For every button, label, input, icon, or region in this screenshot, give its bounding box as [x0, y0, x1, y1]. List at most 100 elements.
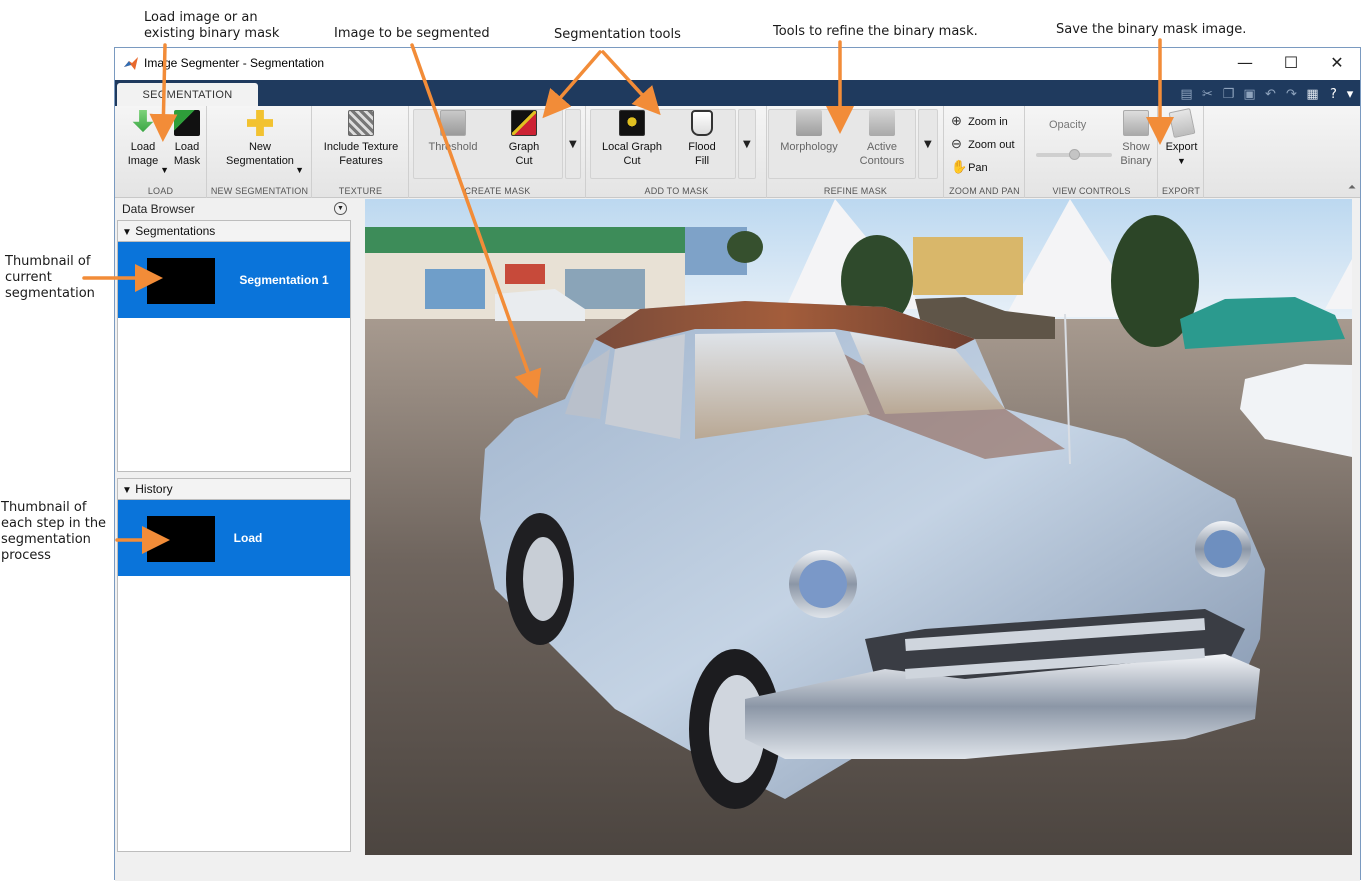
annotation-segmentation-tools: Segmentation tools — [554, 27, 681, 42]
opacity-slider[interactable] — [1036, 149, 1112, 160]
annotation-save: Save the binary mask image. — [1056, 22, 1247, 37]
load-image-icon — [132, 110, 154, 133]
morphology-button[interactable]: Morphology — [772, 110, 846, 154]
history-header-label: History — [135, 482, 173, 496]
local-graph-cut-button[interactable]: Local Graph Cut — [597, 110, 667, 168]
export-button[interactable]: Export ▼ — [1160, 107, 1203, 168]
threshold-button[interactable]: Threshold — [420, 110, 486, 154]
chevron-down-icon: ▼ — [160, 165, 169, 175]
load-image-label: Load Image — [127, 141, 159, 167]
segmentation-item-label: Segmentation 1 — [239, 273, 329, 287]
collapse-triangle-icon: ▼ — [122, 227, 132, 238]
new-segmentation-label: New Segmentation — [226, 141, 294, 167]
history-item[interactable]: Load — [118, 500, 350, 576]
collapse-triangle-icon: ▼ — [122, 485, 132, 496]
window-title: Image Segmenter - Segmentation — [144, 56, 325, 70]
section-label-zoom-pan: ZOOM AND PAN — [949, 186, 1020, 196]
paste-icon[interactable]: ▣ — [1239, 86, 1260, 104]
threshold-label: Threshold — [428, 141, 478, 153]
show-binary-icon — [1123, 110, 1149, 136]
status-bar — [115, 856, 1360, 881]
zoom-out-button[interactable]: ⊖ Zoom out — [951, 136, 1015, 152]
minimize-button[interactable]: — — [1231, 52, 1259, 74]
redo-icon[interactable]: ↷ — [1281, 86, 1302, 104]
zoom-out-label: Zoom out — [968, 139, 1015, 151]
tab-strip: SEGMENTATION ▤ ✂ ❐ ▣ ↶ ↷ ▦? ▾ — [115, 80, 1360, 106]
section-label-load: LOAD — [147, 186, 174, 196]
zoom-out-icon: ⊖ — [951, 136, 962, 151]
show-binary-button[interactable]: Show Binary — [1116, 110, 1156, 168]
chevron-down-icon[interactable]: ▼ — [743, 139, 751, 150]
maximize-button[interactable]: ☐ — [1277, 52, 1305, 74]
copy-icon[interactable]: ❐ — [1218, 86, 1239, 104]
section-label-view-controls: VIEW CONTROLS — [1052, 186, 1131, 196]
collapse-ribbon-icon[interactable]: ⏶ — [1348, 182, 1356, 193]
section-zoom-pan: ⊕ Zoom in ⊖ Zoom out ✋ Pan ZOOM AND PAN — [945, 106, 1025, 198]
annotation-image: Image to be segmented — [334, 26, 490, 41]
segmentation-item[interactable]: Segmentation 1 — [118, 242, 350, 318]
section-add-to-mask: Local Graph Cut Flood Fill ▼ ADD TO MASK — [587, 106, 767, 198]
history-list: Load — [117, 500, 351, 852]
pan-button[interactable]: ✋ Pan — [951, 159, 988, 175]
undo-icon[interactable]: ↶ — [1260, 86, 1281, 104]
opacity-slider-thumb[interactable] — [1069, 149, 1080, 160]
chevron-down-icon[interactable]: ▼ — [569, 139, 577, 150]
app-window: Image Segmenter - Segmentation — ☐ ✕ SEG… — [114, 47, 1361, 881]
pan-label: Pan — [968, 162, 988, 174]
export-label: Export — [1165, 141, 1198, 153]
history-header[interactable]: ▼ History — [117, 478, 351, 500]
flood-fill-label: Flood Fill — [688, 141, 716, 167]
section-label-add-to-mask: ADD TO MASK — [644, 186, 709, 196]
layout-icon[interactable]: ▦ — [1302, 86, 1323, 104]
segmentations-header-label: Segmentations — [135, 224, 216, 238]
annotation-thumb-history: Thumbnail of each step in the segmentati… — [1, 500, 107, 563]
annotation-load: Load image or an existing binary mask — [144, 10, 280, 41]
history-item-label: Load — [233, 531, 263, 545]
chevron-down-icon[interactable]: ▼ — [334, 202, 347, 215]
section-texture: Include Texture Features TEXTURE — [313, 106, 409, 198]
cut-icon[interactable]: ✂ — [1197, 86, 1218, 104]
segmentation-thumbnail — [147, 258, 215, 304]
hand-icon: ✋ — [951, 159, 968, 174]
chevron-down-icon: ▼ — [1177, 156, 1186, 166]
zoom-in-label: Zoom in — [968, 116, 1008, 128]
graph-cut-icon — [511, 110, 537, 136]
chevron-down-icon[interactable]: ▾ — [1344, 86, 1356, 104]
segmentations-header[interactable]: ▼ Segmentations — [117, 220, 351, 242]
new-segmentation-button[interactable]: New Segmentation ▼ — [214, 110, 306, 175]
save-icon[interactable]: ▤ — [1176, 86, 1197, 104]
quick-access-toolbar: ▤ ✂ ❐ ▣ ↶ ↷ ▦? ▾ — [1176, 83, 1356, 103]
load-image-button[interactable]: Load Image ▼ — [121, 110, 169, 175]
show-binary-label: Show Binary — [1120, 141, 1152, 167]
section-label-export: EXPORT — [1161, 186, 1201, 196]
data-browser-header: Data Browser ▼ — [117, 199, 351, 219]
load-mask-button[interactable]: Load Mask — [169, 110, 205, 168]
include-texture-label: Include Texture Features — [323, 141, 399, 167]
section-label-create-mask: CREATE MASK — [464, 186, 531, 196]
morphology-icon — [796, 110, 822, 136]
chevron-down-icon[interactable]: ▼ — [924, 139, 932, 150]
flood-fill-button[interactable]: Flood Fill — [671, 110, 733, 168]
tab-segmentation[interactable]: SEGMENTATION — [117, 83, 258, 106]
active-contours-button[interactable]: Active Contours — [850, 110, 914, 168]
close-button[interactable]: ✕ — [1323, 52, 1351, 74]
include-texture-button[interactable]: Include Texture Features — [317, 110, 405, 168]
segmentations-list: Segmentation 1 — [117, 242, 351, 472]
zoom-in-icon: ⊕ — [951, 113, 962, 128]
help-icon[interactable]: ? — [1323, 86, 1344, 104]
texture-icon — [348, 110, 374, 136]
data-browser-title: Data Browser — [122, 202, 195, 216]
image-panel[interactable] — [365, 199, 1352, 855]
section-create-mask: Threshold Graph Cut ▼ CREATE MASK — [410, 106, 586, 198]
opacity-label: Opacity — [1049, 119, 1087, 131]
data-browser: Data Browser ▼ ▼ Segmentations Segmentat… — [117, 199, 353, 854]
morphology-label: Morphology — [780, 141, 838, 153]
section-new-segmentation: New Segmentation ▼ NEW SEGMENTATION — [208, 106, 312, 198]
active-contours-label: Active Contours — [859, 141, 905, 167]
load-mask-label: Load Mask — [173, 141, 201, 167]
zoom-in-button[interactable]: ⊕ Zoom in — [951, 113, 1008, 129]
active-contours-icon — [869, 110, 895, 136]
section-label-new-segmentation: NEW SEGMENTATION — [210, 186, 309, 196]
threshold-icon — [440, 110, 466, 136]
graph-cut-button[interactable]: Graph Cut — [492, 110, 556, 168]
